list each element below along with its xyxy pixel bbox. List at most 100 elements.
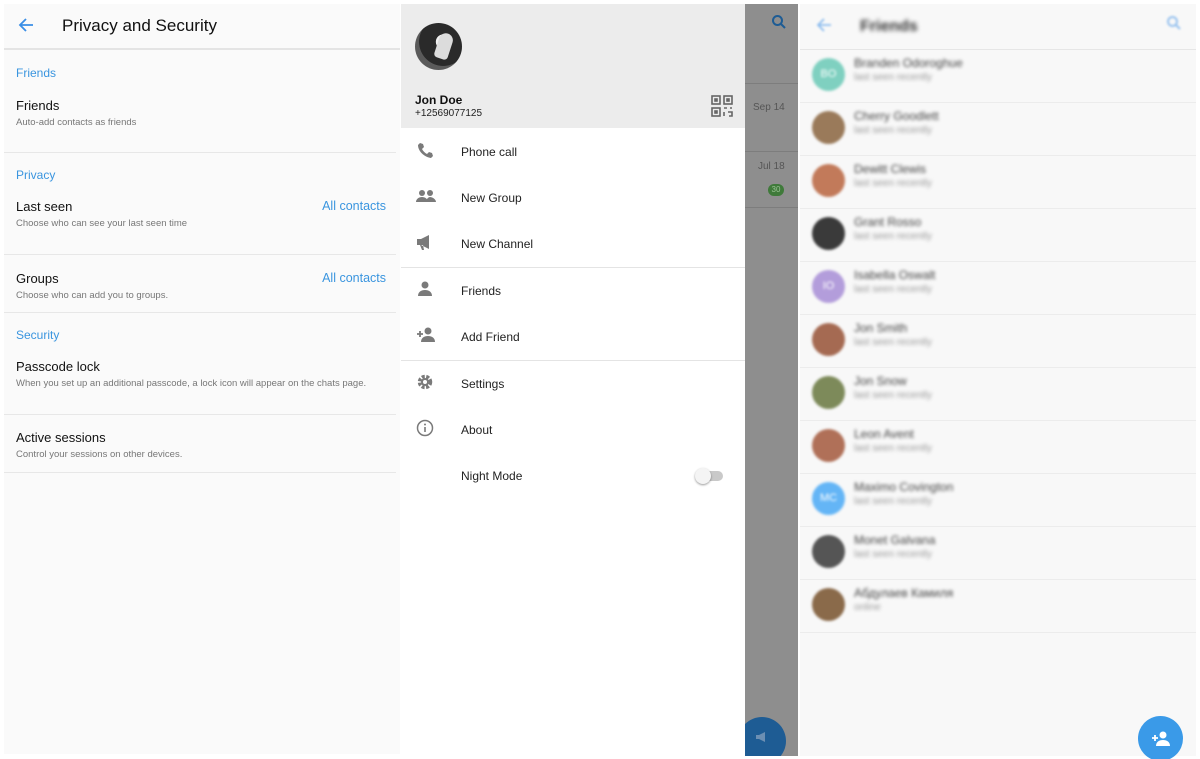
menu-item-settings[interactable]: Settings: [401, 361, 745, 407]
back-arrow-icon[interactable]: [816, 16, 832, 39]
menu-label: Settings: [461, 377, 505, 391]
night-mode-toggle[interactable]: [695, 468, 723, 484]
friend-avatar: [812, 588, 845, 621]
friend-row[interactable]: IO Isabella Oswalt last seen recently: [800, 262, 1196, 315]
friend-row[interactable]: Monet Galvana last seen recently: [800, 527, 1196, 580]
friend-avatar: [812, 164, 845, 197]
friend-name: Branden Odoroghue: [854, 56, 963, 70]
menu-label: Add Friend: [461, 330, 520, 344]
friend-row[interactable]: Dewitt Clewis last seen recently: [800, 156, 1196, 209]
row-subtitle: When you set up an additional passcode, …: [16, 378, 367, 389]
moon-icon: [401, 465, 461, 488]
page-title: Friends: [860, 18, 918, 35]
drawer-panel: Jon Doe +12569077125 Phone call New Grou…: [401, 4, 745, 756]
menu-item-new-channel[interactable]: New Channel: [401, 221, 745, 267]
section-label-friends: Friends: [16, 66, 57, 80]
page-title: Privacy and Security: [62, 16, 217, 35]
friend-status: last seen recently: [854, 443, 932, 454]
friend-name: Grant Rosso: [854, 215, 922, 229]
friend-name: Абдулаев Камиля: [854, 586, 954, 600]
friend-row[interactable]: Jon Smith last seen recently: [800, 315, 1196, 368]
section-label-privacy: Privacy: [16, 168, 56, 182]
gear-icon: [401, 373, 461, 396]
friend-avatar: [812, 323, 845, 356]
group-icon: [401, 187, 461, 210]
row-passcode-lock[interactable]: Passcode lock When you set up an additio…: [4, 342, 396, 415]
menu-label: New Channel: [461, 237, 534, 251]
friend-row[interactable]: BO Branden Odoroghue last seen recently: [800, 50, 1196, 103]
user-name: Jon Doe: [415, 93, 463, 107]
friend-row[interactable]: Cherry Goodlett last seen recently: [800, 103, 1196, 156]
menu-label: Friends: [461, 284, 502, 298]
menu-item-new-group[interactable]: New Group: [401, 175, 745, 221]
friend-status: last seen recently: [854, 496, 932, 507]
friend-name: Jon Smith: [854, 321, 908, 335]
menu-label: Night Mode: [461, 469, 523, 483]
back-arrow-icon[interactable]: [4, 15, 44, 37]
friend-name: Dewitt Clewis: [854, 162, 927, 176]
dimmed-chat-row: [745, 4, 798, 84]
section-label-security: Security: [16, 328, 60, 342]
dimmed-chat-row: [745, 84, 798, 152]
user-phone: +12569077125: [415, 108, 483, 119]
friend-status: online: [854, 602, 881, 613]
menu-label: About: [461, 423, 493, 437]
row-title: Passcode lock: [16, 359, 100, 374]
add-person-icon: [401, 326, 461, 349]
friend-row[interactable]: Jon Snow last seen recently: [800, 368, 1196, 421]
friend-status: last seen recently: [854, 549, 932, 560]
avatar[interactable]: [415, 23, 462, 70]
menu-item-friends[interactable]: Friends: [401, 268, 745, 314]
row-subtitle: Choose who can add you to groups.: [16, 290, 169, 301]
add-person-icon: [1151, 731, 1170, 746]
menu-item-night-mode[interactable]: Night Mode: [401, 453, 745, 499]
menu-item-phone-call[interactable]: Phone call: [401, 129, 745, 175]
friends-screen: Friends BO Branden Odoroghue last seen rec…: [800, 4, 1196, 759]
menu-label: New Group: [461, 191, 522, 205]
menu-label: Phone call: [461, 145, 518, 159]
friend-status: last seen recently: [854, 337, 932, 348]
navigation-drawer-screen: Sep 14 Jul 18 30 Jon Doe +12569077125 Ph…: [401, 4, 798, 756]
row-friends[interactable]: Friends Auto-add contacts as friends: [4, 80, 396, 153]
menu-item-about[interactable]: About: [401, 407, 745, 453]
friend-status: last seen recently: [854, 125, 932, 136]
row-value: All contacts: [322, 271, 386, 285]
friend-status: last seen recently: [854, 231, 932, 242]
row-active-sessions[interactable]: Active sessions Control your sessions on…: [4, 415, 396, 473]
friend-row[interactable]: Grant Rosso last seen recently: [800, 209, 1196, 262]
row-title: Active sessions: [16, 430, 106, 445]
person-icon: [401, 280, 461, 303]
menu-item-add-friend[interactable]: Add Friend: [401, 314, 745, 360]
friend-name: Cherry Goodlett: [854, 109, 939, 123]
row-title: Friends: [16, 98, 60, 113]
friend-avatar: BO: [812, 58, 845, 91]
row-subtitle: Auto-add contacts as friends: [16, 117, 137, 128]
friend-avatar: IO: [812, 270, 845, 303]
friend-name: Monet Galvana: [854, 533, 936, 547]
megaphone-icon: [401, 233, 461, 256]
friend-name: Jon Snow: [854, 374, 907, 388]
row-subtitle: Choose who can see your last seen time: [16, 218, 188, 229]
row-groups[interactable]: Groups Choose who can add you to groups.…: [4, 255, 396, 313]
friend-name: Maximo Covington: [854, 480, 954, 494]
friend-row[interactable]: Leon Avent last seen recently: [800, 421, 1196, 474]
friend-avatar: [812, 429, 845, 462]
privacy-header: Privacy and Security: [4, 4, 400, 50]
friend-avatar: [812, 376, 845, 409]
drawer-header: Jon Doe +12569077125: [401, 4, 745, 128]
row-value: All contacts: [322, 199, 386, 213]
friend-status: last seen recently: [854, 72, 932, 83]
add-friend-button[interactable]: [1138, 716, 1183, 759]
search-icon[interactable]: [1166, 15, 1182, 36]
friend-name: Isabella Oswalt: [854, 268, 936, 282]
friend-name: Leon Avent: [854, 427, 914, 441]
row-last-seen[interactable]: Last seen Choose who can see your last s…: [4, 182, 396, 255]
friend-avatar: [812, 535, 845, 568]
privacy-security-screen: Privacy and Security Friends Friends Aut…: [4, 4, 400, 754]
friend-row[interactable]: Абдулаев Камиля online: [800, 580, 1196, 633]
friend-row[interactable]: MC Maximo Covington last seen recently: [800, 474, 1196, 527]
friend-avatar: [812, 111, 845, 144]
qr-code-icon[interactable]: [711, 95, 733, 117]
row-subtitle: Control your sessions on other devices.: [16, 449, 183, 460]
info-icon: [401, 419, 461, 442]
